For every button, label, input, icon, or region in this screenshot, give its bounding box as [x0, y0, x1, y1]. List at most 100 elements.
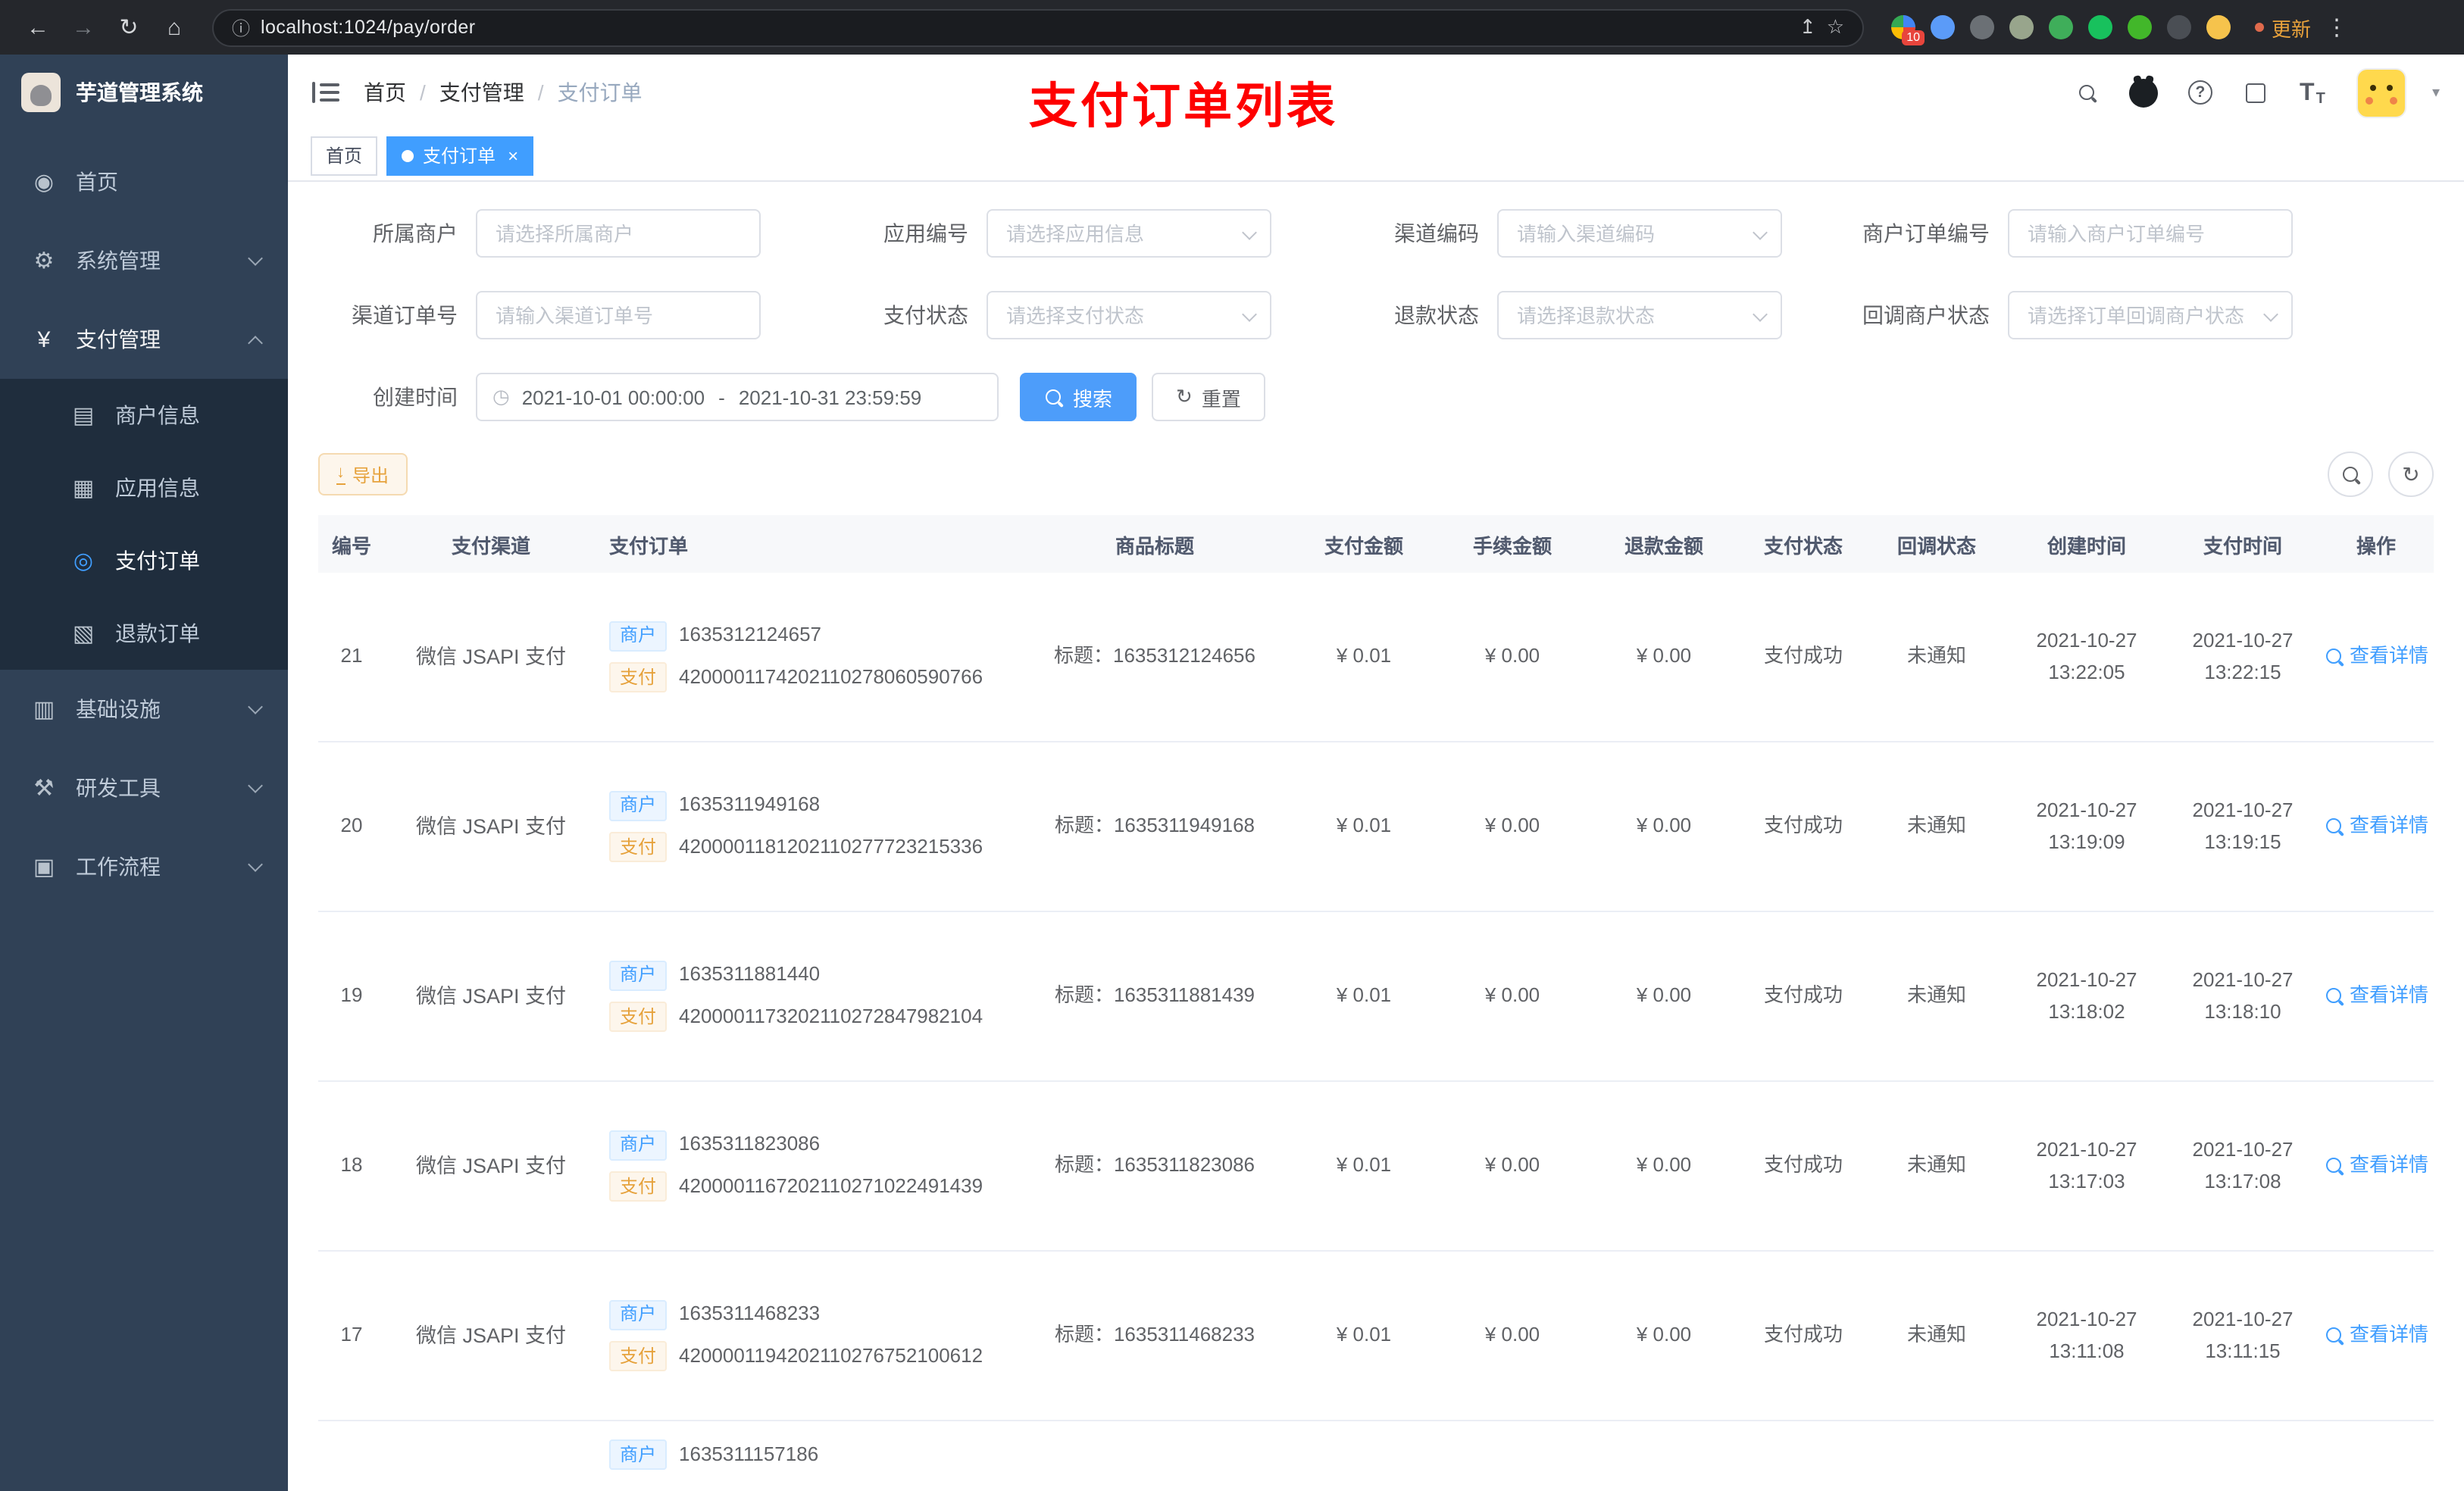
home-icon[interactable]: ⌂	[155, 8, 194, 47]
orders-table: 编号 支付渠道 支付订单 商品标题 支付金额 手续金额 退款金额 支付状态 回调状态 创建时间 支付…	[318, 515, 2434, 1491]
sidebar-toggle-icon[interactable]	[312, 80, 339, 105]
page-content: 所属商户应用编号渠道编码商户订单编号渠道订单号支付状态退款状态回调商户状态 创建…	[288, 182, 2464, 1491]
sidebar-item-label: 商户信息	[115, 403, 200, 427]
tab-close-icon[interactable]: ×	[508, 145, 518, 166]
extension-face-icon[interactable]	[2206, 15, 2231, 39]
channel-order-no-input[interactable]	[476, 291, 761, 339]
url-bar[interactable]: ⓘ localhost:1024/pay/order ↥ ☆	[212, 8, 1864, 46]
fee-amount	[1437, 1421, 1588, 1491]
sidebar-item-label: 支付订单	[115, 549, 200, 573]
create-time: 2021-10-27 13:17:03	[2006, 1082, 2167, 1250]
site-info-icon[interactable]: ⓘ	[232, 14, 250, 40]
back-icon[interactable]: ←	[18, 8, 58, 47]
pay-amount: ¥ 0.01	[1336, 1153, 1392, 1177]
sidebar-item-pay-order[interactable]: ◎ 支付订单	[0, 524, 288, 597]
bookmark-star-icon[interactable]: ☆	[1827, 15, 1844, 39]
extension-green-icon[interactable]	[2049, 15, 2073, 39]
notify-status-input[interactable]	[2008, 291, 2293, 339]
sidebar-item-home[interactable]: ◉ 首页	[0, 142, 288, 221]
sidebar-item-merchant-info[interactable]: ▤ 商户信息	[0, 379, 288, 452]
user-avatar[interactable]	[2356, 67, 2406, 117]
main-area: 首页 / 支付管理 / 支付订单 支付订单列表 ? TT ▾ 首页 支付订单 ×…	[288, 55, 2464, 1491]
view-detail-label: 查看详情	[2350, 1153, 2429, 1177]
channel-code-input[interactable]	[1497, 209, 1782, 258]
chevron-down-icon[interactable]: ▾	[2432, 84, 2440, 101]
sidebar-item-refund-order[interactable]: ▧ 退款订单	[0, 597, 288, 670]
extension-dark-icon[interactable]	[1970, 15, 1994, 39]
view-detail-link[interactable]: 查看详情	[2324, 980, 2428, 1012]
breadcrumb-item[interactable]: 首页	[364, 77, 406, 108]
browser-update-button[interactable]: 更新	[2255, 13, 2311, 42]
view-detail-link[interactable]: 查看详情	[2324, 811, 2428, 842]
monitor-icon: ▥	[33, 697, 55, 723]
magnifier-icon	[2324, 986, 2344, 1006]
column-header: 支付订单	[609, 534, 689, 557]
app-no-input[interactable]	[987, 209, 1271, 258]
column-header: 支付金额	[1324, 534, 1403, 557]
pay-tag: 支付	[609, 1341, 668, 1372]
github-icon[interactable]	[2129, 77, 2159, 108]
tab-首页[interactable]: 首页	[311, 136, 378, 175]
search-button[interactable]: 搜索	[1020, 373, 1137, 421]
column-header: 操作	[2356, 534, 2396, 557]
pay-status: 支付成功	[1763, 644, 1843, 667]
create-time: 2021-10-27 13:11:08	[2006, 1252, 2167, 1420]
refresh-table-button[interactable]: ↻	[2388, 452, 2434, 497]
view-detail-link[interactable]: 查看详情	[2324, 1150, 2428, 1182]
tab-支付订单[interactable]: 支付订单 ×	[386, 136, 534, 175]
breadcrumb-item[interactable]: 支付管理	[439, 77, 524, 108]
merchant-order-no: 1635311468233	[679, 1302, 821, 1325]
fee-amount: ¥ 0.00	[1484, 1323, 1540, 1346]
sidebar-item-app-info[interactable]: ▦ 应用信息	[0, 452, 288, 524]
refund-status-input[interactable]	[1497, 291, 1782, 339]
create-time-range-input[interactable]: ◷ 2021-10-01 00:00:00 - 2021-10-31 23:59…	[476, 373, 999, 421]
merchant-input[interactable]	[476, 209, 761, 258]
filter-label: 回调商户状态	[1862, 303, 1990, 327]
chevron-down-icon	[248, 777, 263, 792]
create-time-text: 2021-10-27 13:19:09	[2036, 798, 2137, 852]
export-button[interactable]: ↓ 导出	[318, 453, 408, 495]
refund-amount	[1588, 1421, 1740, 1491]
sidebar-item-workflow[interactable]: ▣ 工作流程	[0, 827, 288, 906]
share-icon[interactable]: ↥	[1800, 15, 1816, 39]
reload-icon[interactable]: ↻	[109, 8, 149, 47]
sidebar-item-label: 首页	[76, 170, 118, 194]
yen-icon: ¥	[37, 327, 51, 352]
column-header: 支付渠道	[451, 534, 530, 557]
filter-row: 渠道订单号 支付状态 退款状态 回调商户状态	[318, 291, 2434, 339]
toggle-search-button[interactable]	[2328, 452, 2373, 497]
pay-order-no: 4200001167202110271022491439	[679, 1174, 983, 1197]
sidebar-item-system[interactable]: ⚙ 系统管理	[0, 221, 288, 300]
merchant-order-line: 商户 1635311157186	[609, 1439, 818, 1471]
notify-status: 未通知	[1906, 983, 1966, 1007]
extension-puzzle-icon[interactable]	[2167, 15, 2191, 39]
extension-olive-icon[interactable]	[2009, 15, 2034, 39]
extension-chat-icon[interactable]	[2128, 15, 2152, 39]
merchant-order-line: 商户 1635311823086	[609, 1129, 820, 1161]
font-size-icon[interactable]: TT	[2297, 77, 2328, 108]
reset-button[interactable]: ↻ 重置	[1152, 373, 1265, 421]
help-icon[interactable]: ?	[2185, 77, 2215, 108]
sidebar-item-devtools[interactable]: ⚒ 研发工具	[0, 749, 288, 827]
order-id	[318, 1421, 385, 1491]
extension-check-icon[interactable]	[2088, 15, 2112, 39]
column-header: 创建时间	[2047, 534, 2126, 557]
sidebar-item-label: 系统管理	[76, 248, 161, 273]
product-title: 标题：1635312124656	[1054, 644, 1255, 667]
forward-icon[interactable]: →	[64, 8, 103, 47]
pay-status-input[interactable]	[987, 291, 1271, 339]
extension-drop-icon[interactable]	[1931, 15, 1955, 39]
search-icon[interactable]	[2073, 77, 2103, 108]
merchant-order-no-input[interactable]	[2008, 209, 2293, 258]
sidebar-item-label: 支付管理	[76, 327, 161, 352]
merchant-order-line: 商户 1635311949168	[609, 789, 820, 821]
view-detail-link[interactable]: 查看详情	[2324, 641, 2428, 673]
extension-multicolor-icon[interactable]: 10	[1891, 15, 1925, 45]
view-detail-link[interactable]: 查看详情	[2324, 1320, 2428, 1352]
fullscreen-icon[interactable]	[2241, 77, 2272, 108]
pay-time: 2021-10-27 13:18:10	[2167, 912, 2319, 1080]
filter-item: 渠道编码	[1340, 209, 1850, 258]
sidebar-item-infra[interactable]: ▥ 基础设施	[0, 670, 288, 749]
sidebar-item-payment[interactable]: ¥ 支付管理	[0, 300, 288, 379]
browser-menu-icon[interactable]: ⋮	[2317, 8, 2356, 47]
